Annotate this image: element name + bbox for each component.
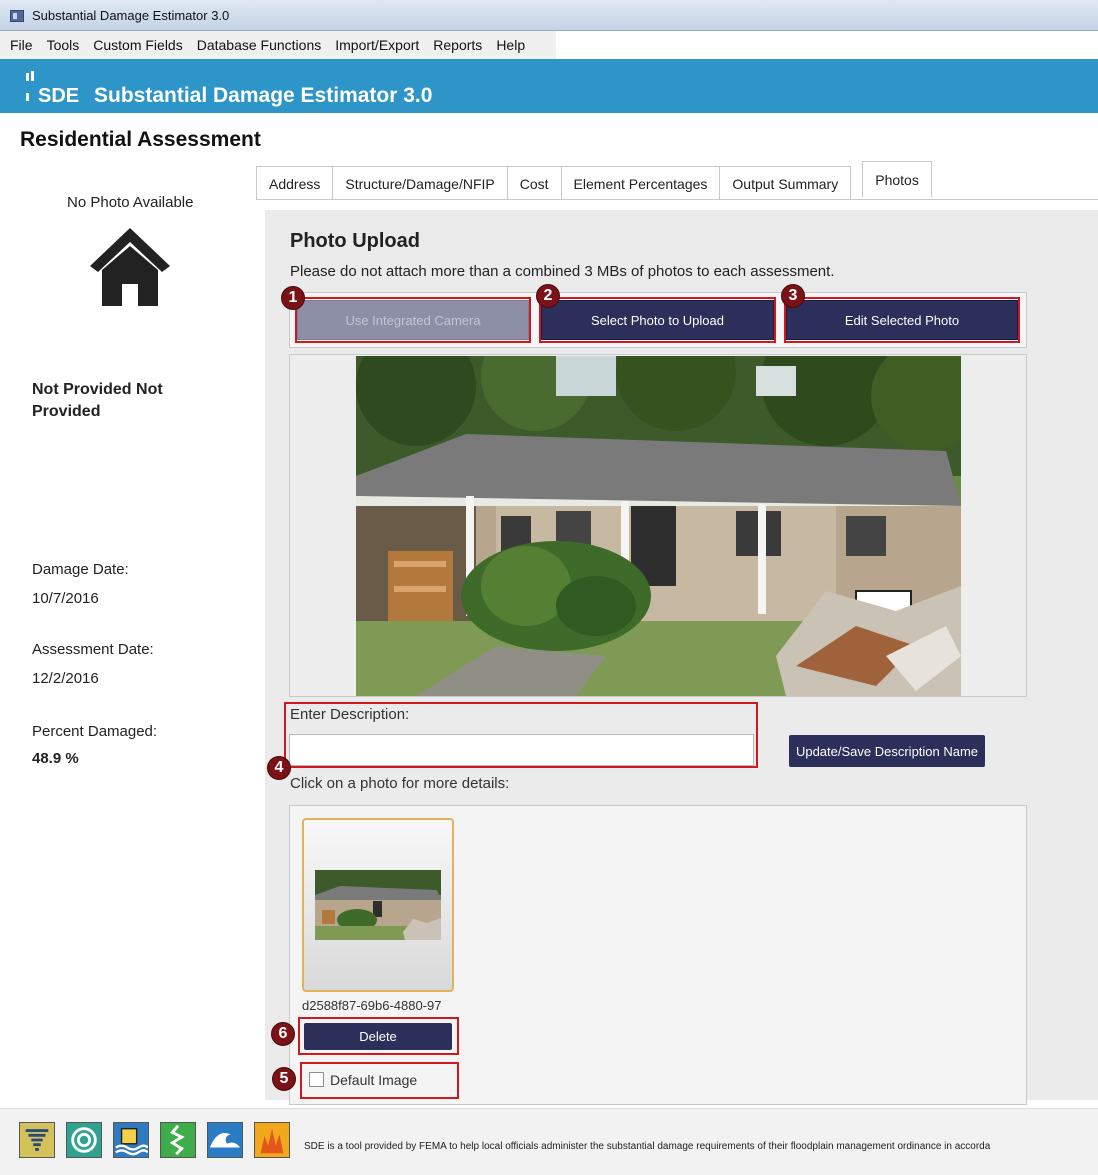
update-description-button[interactable]: Update/Save Description Name <box>789 735 985 767</box>
annotation-box-2 <box>539 297 776 343</box>
earthquake-icon <box>160 1122 196 1158</box>
tab-divider <box>256 199 1098 200</box>
flood-icon <box>113 1122 149 1158</box>
annotation-box-4 <box>284 702 758 768</box>
title-bar: Substantial Damage Estimator 3.0 <box>0 0 1098 31</box>
thumbnail-filename: d2588f87-69b6-4880-97 <box>302 998 442 1013</box>
photo-upload-heading: Photo Upload <box>290 230 420 252</box>
photo-thumbnail[interactable] <box>315 870 441 940</box>
damage-date-value: 10/7/2016 <box>32 590 99 607</box>
marker-6: 6 <box>271 1022 295 1046</box>
menu-help[interactable]: Help <box>496 37 525 53</box>
tab-element-percentages[interactable]: Element Percentages <box>560 166 721 200</box>
menu-tools[interactable]: Tools <box>47 37 80 53</box>
no-photo-label: No Photo Available <box>67 194 194 211</box>
tab-output-summary[interactable]: Output Summary <box>719 166 852 200</box>
percent-damaged-label: Percent Damaged: <box>32 723 158 740</box>
logo-text: SDE <box>38 85 80 107</box>
marker-3: 3 <box>781 284 805 308</box>
marker-4: 4 <box>267 756 291 780</box>
menu-import-export[interactable]: Import/Export <box>335 37 419 53</box>
window-title: Substantial Damage Estimator 3.0 <box>32 8 230 23</box>
owner-name: Not Provided Not Provided <box>32 381 163 420</box>
tab-photos[interactable]: Photos <box>862 161 932 197</box>
app-icon <box>10 10 24 22</box>
menu-file[interactable]: File <box>10 37 33 53</box>
damage-date-label: Damage Date: <box>32 561 129 578</box>
annotation-box-5 <box>300 1062 459 1099</box>
tab-address[interactable]: Address <box>256 166 334 200</box>
page-title: Residential Assessment <box>20 128 261 151</box>
size-notice: Please do not attach more than a combine… <box>290 263 835 280</box>
tsunami-icon <box>207 1122 243 1158</box>
assessment-date-value: 12/2/2016 <box>32 670 99 687</box>
tab-structure-damage-nfip[interactable]: Structure/Damage/NFIP <box>332 166 508 200</box>
gallery-hint: Click on a photo for more details: <box>290 775 510 792</box>
annotation-box-6 <box>298 1017 459 1055</box>
percent-damaged-value: 48.9 % <box>32 750 79 767</box>
menu-database-functions[interactable]: Database Functions <box>197 37 322 53</box>
house-icon <box>90 228 170 306</box>
annotation-box-3 <box>784 297 1020 343</box>
menu-custom-fields[interactable]: Custom Fields <box>93 37 182 53</box>
assessment-date-label: Assessment Date: <box>32 641 154 658</box>
marker-1: 1 <box>281 286 305 310</box>
wildfire-icon <box>254 1122 290 1158</box>
brand-header: SDE Substantial Damage Estimator 3.0 <box>0 59 1098 113</box>
tab-bar: Address Structure/Damage/NFIP Cost Eleme… <box>256 161 932 200</box>
tab-cost[interactable]: Cost <box>506 166 562 200</box>
brand-title: Substantial Damage Estimator 3.0 <box>94 84 433 107</box>
hurricane-icon <box>66 1122 102 1158</box>
sde-logo: SDE <box>26 71 84 107</box>
house-damage-photo <box>356 356 961 696</box>
menu-bar: File Tools Custom Fields Database Functi… <box>0 31 556 59</box>
marker-5: 5 <box>272 1067 296 1091</box>
menu-reports[interactable]: Reports <box>433 37 482 53</box>
marker-2: 2 <box>536 284 560 308</box>
tornado-icon <box>19 1122 55 1158</box>
footer-disclaimer: SDE is a tool provided by FEMA to help l… <box>304 1141 991 1152</box>
annotation-box-1 <box>295 297 531 343</box>
